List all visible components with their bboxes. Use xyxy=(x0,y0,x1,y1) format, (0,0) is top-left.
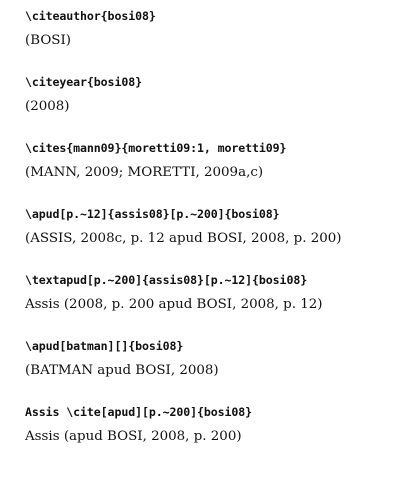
rendered-citation: (ASSIS, 2008c, p. 12 apud BOSI, 2008, p.… xyxy=(25,231,342,246)
latex-command: \apud[batman][]{bosi08} xyxy=(25,339,184,353)
latex-command: \apud[p.~12]{assis08}[p.~200]{bosi08} xyxy=(25,207,280,221)
latex-command: \citeyear{bosi08} xyxy=(25,75,142,89)
citation-example: \textapud[p.~200]{assis08}[p.~12]{bosi08… xyxy=(25,273,395,339)
citation-example: Assis \cite[apud][p.~200]{bosi08} Assis … xyxy=(25,405,395,445)
rendered-citation: (MANN, 2009; MORETTI, 2009a,c) xyxy=(25,165,264,180)
document-page: \citeauthor{bosi08} (BOSI) \citeyear{bos… xyxy=(25,9,395,445)
rendered-citation: (BOSI) xyxy=(25,33,71,48)
latex-command: \cites{mann09}{moretti09:1, moretti09} xyxy=(25,141,287,155)
latex-command: Assis \cite[apud][p.~200]{bosi08} xyxy=(25,405,253,419)
rendered-citation: (BATMAN apud BOSI, 2008) xyxy=(25,363,219,378)
citation-example: \apud[p.~12]{assis08}[p.~200]{bosi08} (A… xyxy=(25,207,395,273)
rendered-citation: (2008) xyxy=(25,99,70,114)
latex-command: \textapud[p.~200]{assis08}[p.~12]{bosi08… xyxy=(25,273,308,287)
citation-example: \apud[batman][]{bosi08} (BATMAN apud BOS… xyxy=(25,339,395,405)
citation-example: \citeauthor{bosi08} (BOSI) xyxy=(25,9,395,75)
rendered-citation: Assis (apud BOSI, 2008, p. 200) xyxy=(25,429,242,444)
rendered-citation: Assis (2008, p. 200 apud BOSI, 2008, p. … xyxy=(25,297,323,312)
citation-example: \citeyear{bosi08} (2008) xyxy=(25,75,395,141)
latex-command: \citeauthor{bosi08} xyxy=(25,9,156,23)
citation-example: \cites{mann09}{moretti09:1, moretti09} (… xyxy=(25,141,395,207)
